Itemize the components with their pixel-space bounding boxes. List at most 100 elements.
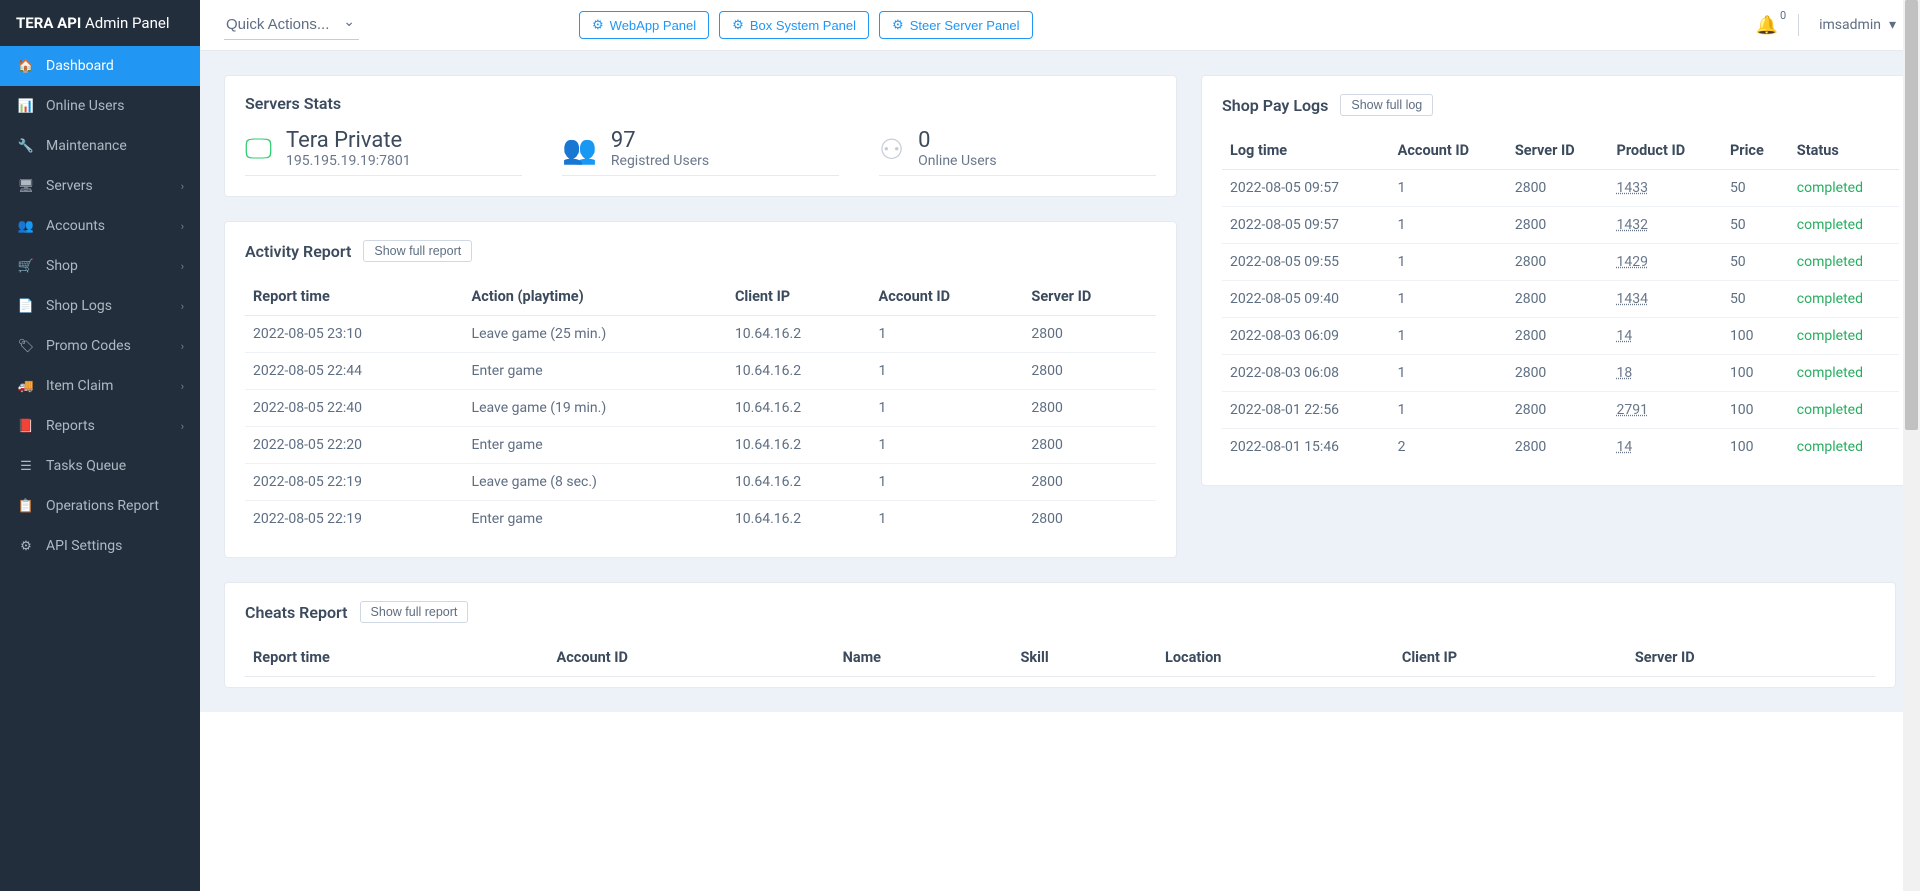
- users-icon: 👥: [562, 133, 597, 166]
- brand-rest: Admin Panel: [81, 14, 169, 32]
- user-menu[interactable]: imsadmin ▾: [1819, 17, 1896, 33]
- table-cell: 1: [871, 501, 1024, 538]
- product-link[interactable]: 1434: [1617, 291, 1648, 307]
- table-row: 2022-08-05 22:19Enter game10.64.16.21280…: [245, 501, 1156, 538]
- sidebar: TERA API Admin Panel 🏠Dashboard📊Online U…: [0, 0, 200, 891]
- table-cell: 1: [1390, 244, 1507, 281]
- shop-title: Shop Pay Logs: [1222, 96, 1328, 115]
- shop-table: Log timeAccount IDServer IDProduct IDPri…: [1222, 132, 1899, 465]
- table-cell: 10.64.16.2: [727, 464, 871, 501]
- table-cell: 1: [1390, 281, 1507, 318]
- sidebar-item-label: Online Users: [46, 98, 125, 114]
- sidebar-item-label: Promo Codes: [46, 338, 131, 354]
- sitemap-icon: ⚇: [879, 133, 904, 166]
- sidebar-item-accounts[interactable]: 👥Accounts›: [0, 206, 200, 246]
- table-cell: 2800: [1023, 390, 1156, 427]
- column-header: Client IP: [1394, 639, 1627, 677]
- webapp-panel-button[interactable]: ⚙ WebApp Panel: [579, 11, 709, 39]
- table-cell: 1: [871, 464, 1024, 501]
- product-link[interactable]: 1433: [1617, 180, 1648, 196]
- sidebar-item-online-users[interactable]: 📊Online Users: [0, 86, 200, 126]
- table-cell: 1: [1390, 170, 1507, 207]
- cheats-full-report-button[interactable]: Show full report: [360, 601, 469, 623]
- table-cell: 2800: [1507, 429, 1609, 466]
- table-cell: 2800: [1507, 244, 1609, 281]
- sidebar-item-shop-logs[interactable]: 📄Shop Logs›: [0, 286, 200, 326]
- sidebar-item-label: API Settings: [46, 538, 122, 554]
- product-link[interactable]: 1429: [1617, 254, 1648, 270]
- table-cell: 50: [1722, 281, 1789, 318]
- sidebar-item-servers[interactable]: 🖥Servers›: [0, 166, 200, 206]
- table-cell: 2800: [1023, 316, 1156, 353]
- product-link[interactable]: 1432: [1617, 217, 1648, 233]
- sidebar-nav: 🏠Dashboard📊Online Users🔧Maintenance🖥Serv…: [0, 46, 200, 566]
- table-cell: 14: [1609, 429, 1722, 466]
- product-link[interactable]: 18: [1617, 365, 1633, 381]
- chevron-right-icon: ›: [181, 420, 184, 433]
- table-cell: 2800: [1507, 318, 1609, 355]
- caret-down-icon: ▾: [1889, 17, 1896, 33]
- table-cell: 1: [1390, 318, 1507, 355]
- table-cell: 1: [871, 427, 1024, 464]
- sidebar-item-label: Tasks Queue: [46, 458, 126, 474]
- cog-icon: ⚙: [892, 17, 904, 33]
- activity-full-report-button[interactable]: Show full report: [363, 240, 472, 262]
- table-cell: 2800: [1023, 353, 1156, 390]
- scrollbar[interactable]: [1903, 0, 1920, 891]
- table-cell: 2022-08-01 22:56: [1222, 392, 1390, 429]
- sidebar-item-shop[interactable]: 🛒Shop›: [0, 246, 200, 286]
- table-cell: 1: [1390, 355, 1507, 392]
- button-label: Steer Server Panel: [910, 18, 1020, 33]
- table-cell: 2800: [1507, 281, 1609, 318]
- table-row: 2022-08-01 22:56128002791100completed: [1222, 392, 1899, 429]
- table-row: 2022-08-05 09:4012800143450completed: [1222, 281, 1899, 318]
- sidebar-item-item-claim[interactable]: 🚚Item Claim›: [0, 366, 200, 406]
- sidebar-item-promo-codes[interactable]: 🏷Promo Codes›: [0, 326, 200, 366]
- steer-server-panel-button[interactable]: ⚙ Steer Server Panel: [879, 11, 1033, 39]
- sidebar-item-label: Item Claim: [46, 378, 113, 394]
- servers-stats-title: Servers Stats: [245, 94, 341, 113]
- col-left: Servers Stats 🖵 Tera Private 195.195.19.…: [224, 75, 1177, 558]
- monitor-icon: 🖵: [245, 132, 272, 166]
- sidebar-item-label: Shop: [46, 258, 78, 274]
- sidebar-item-reports[interactable]: 📕Reports›: [0, 406, 200, 446]
- scrollbar-thumb[interactable]: [1905, 0, 1918, 430]
- nav-icon: 📕: [16, 419, 36, 434]
- cog-icon: ⚙: [592, 17, 604, 33]
- product-link[interactable]: 14: [1617, 439, 1633, 455]
- column-header: Server ID: [1023, 278, 1156, 316]
- nav-icon: 📋: [16, 499, 36, 514]
- chevron-right-icon: ›: [181, 260, 184, 273]
- divider: [1798, 14, 1799, 36]
- sidebar-item-tasks-queue[interactable]: ☰Tasks Queue: [0, 446, 200, 486]
- box-system-panel-button[interactable]: ⚙Box System Panel: [719, 11, 869, 39]
- table-cell: 1: [1390, 207, 1507, 244]
- column-header: Location: [1157, 639, 1394, 677]
- table-cell: Leave game (8 sec.): [464, 464, 727, 501]
- cheats-table: Report timeAccount IDNameSkillLocationCl…: [245, 639, 1875, 677]
- button-label: WebApp Panel: [610, 18, 697, 33]
- table-cell: Leave game (19 min.): [464, 390, 727, 427]
- product-link[interactable]: 2791: [1617, 402, 1648, 418]
- brand[interactable]: TERA API Admin Panel: [0, 0, 200, 46]
- server-addr: 195.195.19.19:7801: [286, 153, 411, 169]
- table-cell: 10.64.16.2: [727, 316, 871, 353]
- sidebar-item-api-settings[interactable]: ⚙API Settings: [0, 526, 200, 566]
- sidebar-item-label: Shop Logs: [46, 298, 112, 314]
- sidebar-item-maintenance[interactable]: 🔧Maintenance: [0, 126, 200, 166]
- chevron-right-icon: ›: [181, 340, 184, 353]
- table-row: 2022-08-05 09:5712800143350completed: [1222, 170, 1899, 207]
- table-cell: 2800: [1507, 392, 1609, 429]
- notifications-button[interactable]: 🔔 0: [1756, 15, 1778, 36]
- sidebar-item-operations-report[interactable]: 📋Operations Report: [0, 486, 200, 526]
- product-link[interactable]: 14: [1617, 328, 1633, 344]
- notification-count: 0: [1780, 9, 1786, 22]
- online-count: 0: [918, 129, 997, 153]
- table-cell: completed: [1789, 429, 1899, 466]
- activity-table: Report timeAction (playtime)Client IPAcc…: [245, 278, 1156, 537]
- table-cell: 100: [1722, 318, 1789, 355]
- table-cell: 2800: [1023, 501, 1156, 538]
- sidebar-item-dashboard[interactable]: 🏠Dashboard: [0, 46, 200, 86]
- shop-full-log-button[interactable]: Show full log: [1340, 94, 1433, 116]
- quick-actions-select[interactable]: Quick Actions...: [224, 10, 359, 40]
